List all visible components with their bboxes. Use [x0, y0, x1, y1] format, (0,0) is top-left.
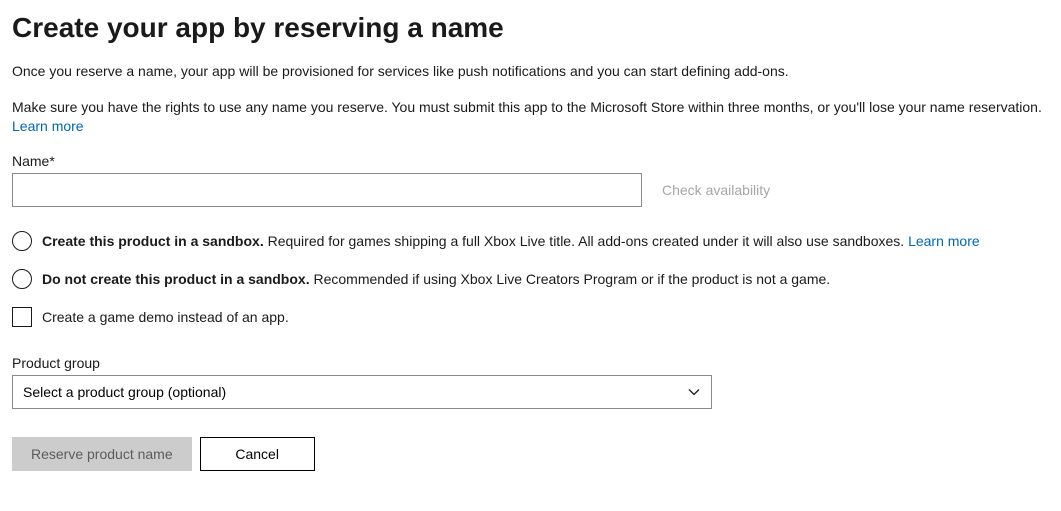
name-label: Name* — [12, 153, 1049, 169]
game-demo-checkbox[interactable] — [12, 307, 32, 327]
sandbox-do-not-radio[interactable] — [12, 269, 32, 289]
chevron-down-icon — [687, 385, 701, 399]
learn-more-link[interactable]: Learn more — [12, 118, 84, 134]
product-group-select[interactable]: Select a product group (optional) — [12, 375, 712, 409]
intro-paragraph-1: Once you reserve a name, your app will b… — [12, 62, 1049, 82]
game-demo-label: Create a game demo instead of an app. — [42, 309, 289, 325]
intro-paragraph-2: Make sure you have the rights to use any… — [12, 98, 1049, 137]
sandbox-create-label: Create this product in a sandbox. Requir… — [42, 232, 980, 250]
product-group-placeholder: Select a product group (optional) — [23, 384, 226, 400]
reserve-product-name-button[interactable]: Reserve product name — [12, 437, 192, 471]
check-availability-button[interactable]: Check availability — [662, 182, 770, 198]
name-input[interactable] — [12, 173, 642, 207]
product-group-label: Product group — [12, 355, 1049, 371]
sandbox-learn-more-link[interactable]: Learn more — [908, 233, 980, 249]
page-title: Create your app by reserving a name — [12, 12, 1049, 44]
sandbox-create-radio[interactable] — [12, 231, 32, 251]
intro-text-2: Make sure you have the rights to use any… — [12, 99, 1042, 115]
sandbox-do-not-label: Do not create this product in a sandbox.… — [42, 270, 830, 288]
cancel-button[interactable]: Cancel — [200, 437, 315, 471]
